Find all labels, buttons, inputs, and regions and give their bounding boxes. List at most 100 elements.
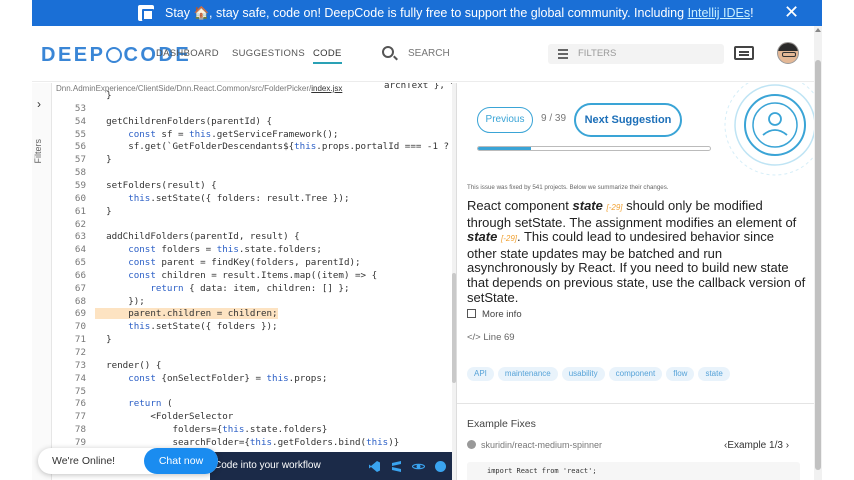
line-code: sf.get(`GetFolderDescendants${this.props… bbox=[95, 141, 450, 153]
filters-rail-label[interactable]: Filters bbox=[33, 139, 43, 164]
chat-icon[interactable] bbox=[734, 46, 754, 60]
line-ref-label: Line 69 bbox=[483, 332, 515, 343]
line-number: 66 bbox=[74, 269, 86, 281]
code-line: 58 bbox=[52, 167, 452, 180]
line-code: render() { bbox=[95, 359, 162, 371]
line-number: 54 bbox=[74, 115, 86, 127]
state-keyword-2: state bbox=[467, 229, 498, 245]
tag-flow[interactable]: flow bbox=[666, 367, 695, 381]
line-code: const folders = this.state.folders; bbox=[128, 244, 322, 256]
nav-suggestions[interactable]: SUGGESTIONS bbox=[232, 48, 305, 59]
line-code: <FolderSelector bbox=[95, 411, 234, 423]
previous-button[interactable]: Previous bbox=[477, 107, 533, 133]
brand-ring-icon bbox=[106, 47, 123, 63]
line-number: 70 bbox=[74, 321, 86, 333]
close-banner-button[interactable]: ✕ bbox=[784, 2, 799, 22]
code-line: 75 bbox=[52, 386, 452, 399]
suggestion-counter: 9 / 39 bbox=[541, 113, 567, 124]
code-line: 76 return ( bbox=[52, 398, 452, 411]
ref-link-2[interactable]: [-29] bbox=[501, 234, 517, 243]
tag-list: API maintenance usability component flow stat… bbox=[467, 367, 730, 381]
filters-label: FILTERS bbox=[578, 48, 617, 59]
line-code: parent.children = children; bbox=[95, 308, 278, 320]
line-number: 77 bbox=[74, 411, 86, 423]
line-number: 75 bbox=[74, 385, 86, 397]
line-number: 64 bbox=[74, 244, 86, 256]
line-number: 56 bbox=[74, 141, 86, 153]
line-reference[interactable]: </> Line 69 bbox=[467, 332, 515, 343]
page-scrollbar[interactable] bbox=[814, 26, 822, 480]
line-code: }); bbox=[95, 295, 145, 307]
chat-widget: We're Online! Chat now bbox=[38, 448, 218, 474]
code-line: 56 sf.get(`GetFolderDescendants${this.pr… bbox=[52, 141, 452, 154]
line-number: 67 bbox=[74, 282, 86, 294]
line-number: 68 bbox=[74, 295, 86, 307]
code-line: 60 this.setState({ folders: result.Tree … bbox=[52, 193, 452, 206]
line-number: 78 bbox=[74, 424, 86, 436]
code-line: 61 } bbox=[52, 206, 452, 219]
line-code: addChildFolders(parentId, result) { bbox=[95, 231, 300, 243]
code-line: 54 getChildrenFolders(parentId) { bbox=[52, 116, 452, 129]
eclipse-icon bbox=[435, 461, 446, 472]
atom-icon bbox=[412, 463, 425, 470]
code-brackets-icon: </> bbox=[467, 332, 481, 343]
chat-status: We're Online! bbox=[52, 455, 116, 467]
deepcode-target-icon bbox=[724, 83, 814, 176]
search-icon[interactable] bbox=[382, 46, 394, 58]
banner-message: Stay 🏠, stay safe, code on! DeepCode is … bbox=[165, 6, 688, 20]
more-info-link[interactable]: More info bbox=[467, 309, 522, 320]
code-line: 67 return { data: item, children: [] }; bbox=[52, 283, 452, 296]
line-code: setFolders(result) { bbox=[95, 179, 217, 191]
progress-fill bbox=[478, 147, 532, 150]
line-number: 69 bbox=[74, 308, 86, 320]
line-number: 62 bbox=[74, 218, 86, 230]
example-pager[interactable]: ‹Example 1/3 › bbox=[724, 440, 789, 451]
example-code: import React from 'react'; bbox=[467, 462, 800, 480]
code-line: 69 parent.children = children; bbox=[52, 308, 452, 321]
code-workflow-text: Code into your workflow bbox=[214, 460, 321, 471]
code-line: 57 } bbox=[52, 154, 452, 167]
line-number: 60 bbox=[74, 192, 86, 204]
avatar[interactable] bbox=[777, 42, 799, 64]
ref-link-1[interactable]: [-29] bbox=[607, 203, 623, 212]
github-icon bbox=[467, 440, 476, 449]
next-suggestion-button[interactable]: Next Suggestion bbox=[574, 103, 682, 137]
tag-component[interactable]: component bbox=[608, 367, 663, 381]
line-number: 61 bbox=[74, 205, 86, 217]
tag-api[interactable]: API bbox=[467, 367, 494, 381]
code-line: 53 bbox=[52, 103, 452, 116]
more-info-label: More info bbox=[482, 309, 522, 320]
section-divider bbox=[457, 403, 814, 404]
code-workflow-banner[interactable]: Code into your workflow bbox=[210, 452, 452, 480]
line-code: this.setState({ folders: result.Tree }); bbox=[128, 192, 350, 204]
code-line: 55 const sf = this.getServiceFramework()… bbox=[52, 129, 452, 142]
line-code: const parent = findKey(folders, parentId… bbox=[128, 257, 361, 269]
brand-left: DEEP bbox=[41, 44, 106, 66]
line-code: folders={this.state.folders} bbox=[95, 424, 328, 436]
code-line: 73 render() { bbox=[52, 360, 452, 373]
line-number: 74 bbox=[74, 372, 86, 384]
example-repo[interactable]: skuridin/react-medium-spinner bbox=[467, 440, 602, 450]
tag-maintenance[interactable]: maintenance bbox=[497, 367, 558, 381]
line-code: } bbox=[95, 334, 112, 346]
line-number: 55 bbox=[74, 128, 86, 140]
expand-chevron-icon[interactable]: › bbox=[37, 97, 41, 111]
filters-dropdown[interactable]: FILTERS bbox=[548, 44, 724, 64]
example-repo-name: skuridin/react-medium-spinner bbox=[481, 440, 603, 450]
code-line: 77 <FolderSelector bbox=[52, 411, 452, 424]
line-code: } bbox=[95, 90, 112, 101]
tag-state[interactable]: state bbox=[698, 367, 730, 381]
line-number: 58 bbox=[74, 167, 86, 179]
chat-now-button[interactable]: Chat now bbox=[144, 448, 218, 474]
intellij-link[interactable]: Intellij IDEs bbox=[688, 6, 751, 20]
nav-code[interactable]: CODE bbox=[313, 48, 342, 64]
line-code: const children = result.Items.map((item)… bbox=[128, 269, 378, 281]
code-line: 74 const {onSelectFolder} = this.props; bbox=[52, 373, 452, 386]
line-number: 53 bbox=[74, 102, 86, 114]
deepcode-logo-icon bbox=[138, 5, 154, 21]
nav-dashboard[interactable]: DASHBOARD bbox=[156, 48, 219, 59]
search-input[interactable] bbox=[408, 45, 538, 61]
desc-part-3: . This could lead to undesired behavior … bbox=[467, 229, 806, 305]
suggestion-description: React component state [-29] should only … bbox=[467, 198, 807, 305]
tag-usability[interactable]: usability bbox=[561, 367, 605, 381]
